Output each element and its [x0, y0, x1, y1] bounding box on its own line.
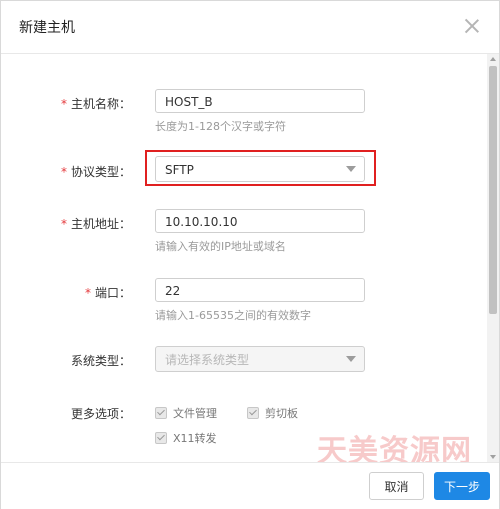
dialog-title: 新建主机 [19, 20, 75, 36]
cancel-button[interactable]: 取消 [369, 472, 424, 500]
port-hint: 请输入1-65535之间的有效数字 [155, 309, 311, 322]
system-type-select[interactable]: 请选择系统类型 [155, 346, 365, 372]
checkbox-checked-icon [247, 407, 259, 419]
new-host-dialog: 新建主机 * 主机名称： HOST_B 长度为1-128个汉字或字符 * 协议类型：… [0, 0, 500, 509]
checkbox-checked-icon [155, 407, 167, 419]
scroll-up-icon[interactable] [490, 57, 496, 61]
system-type-placeholder: 请选择系统类型 [165, 353, 250, 367]
more-options-label: 更多选项： [70, 407, 131, 421]
dialog-header: 新建主机 [1, 1, 499, 54]
next-button[interactable]: 下一步 [434, 472, 490, 500]
file-management-checkbox[interactable]: 文件管理 [155, 405, 217, 421]
vertical-scrollbar[interactable] [487, 54, 499, 462]
protocol-label: * 协议类型： [60, 165, 131, 179]
dialog-footer: 取消 下一步 [1, 462, 499, 509]
close-icon[interactable] [463, 17, 481, 35]
host-address-input[interactable]: 10.10.10.10 [155, 209, 365, 233]
host-name-hint: 长度为1-128个汉字或字符 [155, 120, 286, 133]
x11-forwarding-checkbox[interactable]: X11转发 [155, 430, 217, 446]
protocol-highlight-box [145, 150, 376, 186]
host-address-hint: 请输入有效的IP地址或域名 [155, 240, 286, 253]
checkbox-checked-icon [155, 432, 167, 444]
chevron-down-icon [346, 356, 356, 362]
scroll-down-icon[interactable] [490, 455, 496, 459]
required-mark: * [60, 217, 67, 231]
dialog-body: * 主机名称： HOST_B 长度为1-128个汉字或字符 * 协议类型： SFTP… [1, 54, 487, 462]
system-type-label: 系统类型： [70, 354, 131, 368]
scrollbar-thumb[interactable] [489, 66, 497, 314]
required-mark: * [60, 97, 67, 111]
host-name-label: * 主机名称： [60, 97, 131, 111]
port-input[interactable]: 22 [155, 278, 365, 302]
host-name-input[interactable]: HOST_B [155, 89, 365, 113]
clipboard-checkbox[interactable]: 剪切板 [247, 405, 298, 421]
required-mark: * [84, 286, 91, 300]
port-label: * 端口： [84, 286, 131, 300]
required-mark: * [60, 165, 67, 179]
host-address-label: * 主机地址： [60, 217, 131, 231]
